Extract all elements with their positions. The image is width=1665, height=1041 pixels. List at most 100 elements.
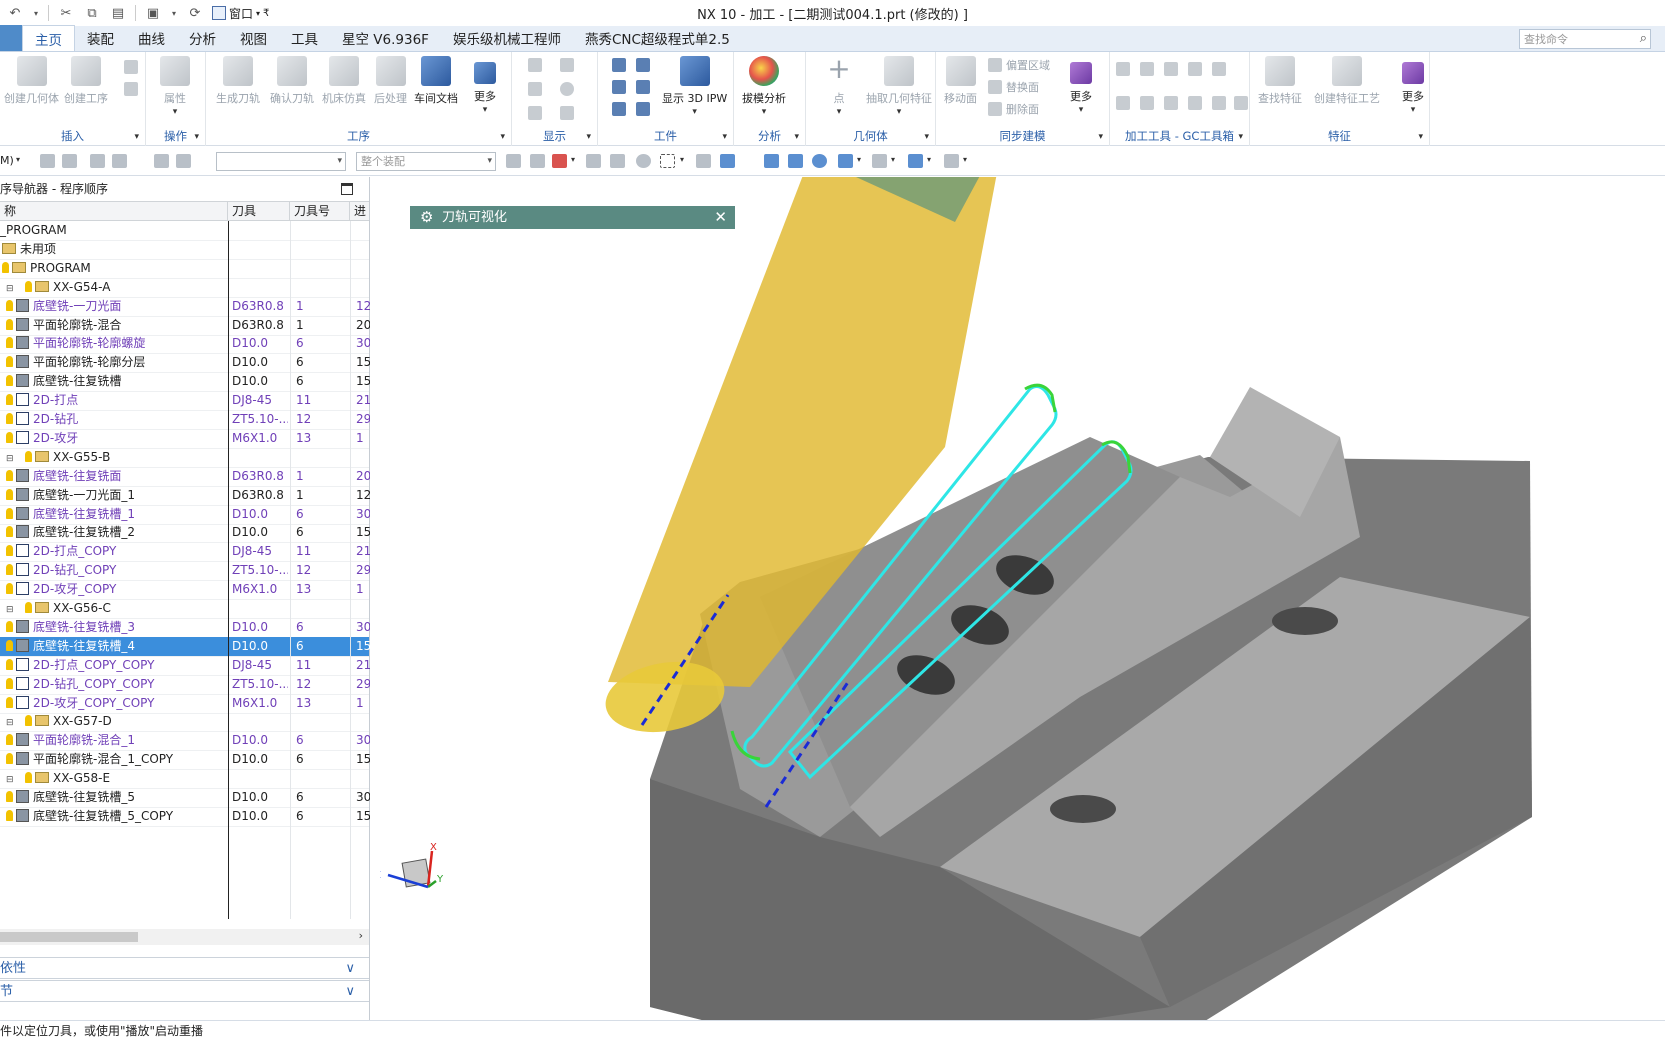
collapse-toggle-icon[interactable]: ⊟ bbox=[6, 280, 15, 297]
table-row[interactable]: 平面轮廓铣-混合_1 D10.0 6 30 bbox=[0, 731, 370, 752]
tb-icon-4[interactable] bbox=[112, 154, 127, 168]
table-row[interactable]: 底壁铣-往复铣槽_2 D10.0 6 15 bbox=[0, 523, 370, 544]
point-button[interactable]: + 点 ▾ bbox=[824, 55, 854, 118]
table-row[interactable]: 底壁铣-往复铣槽_5 D10.0 6 30 bbox=[0, 788, 370, 808]
replace-face-label[interactable]: 替换面 bbox=[1006, 79, 1039, 95]
table-row[interactable]: 底壁铣-往复铣槽_1 D10.0 6 30 bbox=[0, 505, 370, 525]
gc-tool-3-icon[interactable] bbox=[1164, 62, 1178, 76]
scroll-right-icon[interactable]: › bbox=[359, 929, 363, 942]
row-name-cell[interactable]: 底壁铣-往复铣槽 bbox=[0, 372, 228, 391]
scrollbar-thumb[interactable] bbox=[0, 932, 138, 942]
collapse-toggle-icon[interactable]: ⊟ bbox=[6, 771, 15, 788]
workpiece-op2-icon[interactable] bbox=[636, 58, 650, 72]
column-tool[interactable]: 刀具 bbox=[228, 202, 290, 221]
row-name-cell[interactable]: 平面轮廓铣-轮廓螺旋 bbox=[0, 334, 228, 353]
table-row[interactable]: 平面轮廓铣-轮廓分层 D10.0 6 15 bbox=[0, 353, 370, 374]
offset-region-icon[interactable] bbox=[988, 58, 1002, 72]
offset-region-label[interactable]: 偏置区域 bbox=[1006, 57, 1050, 73]
dropdown-caret-icon[interactable]: ▾ bbox=[680, 155, 684, 164]
row-name-cell[interactable]: 底壁铣-往复铣槽_2 bbox=[0, 523, 228, 542]
workpiece-op6-icon[interactable] bbox=[636, 102, 650, 116]
dropdown-caret-icon[interactable]: ▾ bbox=[571, 155, 575, 164]
file-menu-button[interactable] bbox=[0, 25, 22, 51]
create-tool-icon[interactable] bbox=[124, 60, 138, 74]
table-row[interactable]: 底壁铣-往复铣槽 D10.0 6 15 bbox=[0, 372, 370, 393]
collapse-toggle-icon[interactable]: ⊟ bbox=[6, 714, 15, 731]
display-object-icon[interactable] bbox=[560, 58, 574, 72]
sync-more-button[interactable]: 更多 ▾ bbox=[1070, 56, 1092, 115]
workpiece-op5-icon[interactable] bbox=[612, 102, 626, 116]
delete-face-icon[interactable] bbox=[988, 102, 1002, 116]
row-name-cell[interactable]: ⊟ XX-G55-B bbox=[0, 448, 228, 467]
tab-yanxiu-cnc[interactable]: 燕秀CNC超级程式单2.5 bbox=[573, 25, 742, 51]
repeat-command-icon[interactable]: ⟳ bbox=[186, 4, 204, 22]
table-row[interactable]: ⊟ XX-G57-D bbox=[0, 712, 369, 733]
properties-button[interactable]: 属性 ▾ bbox=[160, 56, 190, 117]
tb-icon-9[interactable] bbox=[586, 154, 601, 168]
gear-icon[interactable]: ⚙ bbox=[420, 206, 433, 229]
graphics-viewport[interactable]: X Y Z bbox=[380, 177, 1665, 1020]
create-geometry-button[interactable]: 创建几何体 bbox=[4, 56, 59, 106]
zoom-icon[interactable] bbox=[788, 154, 803, 168]
dropdown-caret-icon[interactable]: ▾ bbox=[857, 155, 861, 164]
gc-tool-9-icon[interactable] bbox=[1188, 96, 1202, 110]
table-row[interactable]: 底壁铣-一刀光面_1 D63R0.8 1 12 bbox=[0, 486, 370, 506]
tab-curve[interactable]: 曲线 bbox=[126, 25, 177, 51]
row-name-cell[interactable]: 未用项 bbox=[0, 240, 228, 259]
row-name-cell[interactable]: 2D-攻牙 bbox=[0, 429, 228, 448]
display-list-icon[interactable] bbox=[528, 106, 542, 120]
tb-icon-11[interactable] bbox=[636, 154, 651, 168]
group-expand-caret-icon[interactable]: ▾ bbox=[1418, 132, 1423, 142]
table-row[interactable]: 2D-打点 DJ8-45 11 21 bbox=[0, 391, 370, 412]
row-name-cell[interactable]: 底壁铣-往复铣槽_5 bbox=[0, 788, 228, 807]
tab-assembly[interactable]: 装配 bbox=[75, 25, 126, 51]
group-expand-caret-icon[interactable]: ▾ bbox=[134, 132, 139, 142]
machine-simulation-button[interactable]: 机床仿真 bbox=[322, 56, 366, 106]
orient-view-icon[interactable] bbox=[838, 154, 853, 168]
table-row[interactable]: ⊟ XX-G58-E bbox=[0, 769, 369, 790]
window-menu[interactable]: 窗口 ▾ ₹ bbox=[212, 5, 269, 22]
row-name-cell[interactable]: 底壁铣-一刀光面 bbox=[0, 297, 228, 316]
table-row[interactable]: 2D-攻牙_COPY M6X1.0 13 1 bbox=[0, 580, 369, 601]
tab-tools[interactable]: 工具 bbox=[279, 25, 330, 51]
generate-toolpath-button[interactable]: 生成刀轨 bbox=[216, 56, 260, 106]
gc-tool-4-icon[interactable] bbox=[1188, 62, 1202, 76]
row-name-cell[interactable]: 平面轮廓铣-混合 bbox=[0, 316, 228, 335]
column-feed[interactable]: 进 bbox=[350, 202, 369, 221]
group-expand-caret-icon[interactable]: ▾ bbox=[1238, 132, 1243, 142]
verify-toolpath-button[interactable]: 确认刀轨 bbox=[270, 56, 314, 106]
copy-icon[interactable]: ⧉ bbox=[83, 4, 101, 22]
row-name-cell[interactable]: ⊟ XX-G57-D bbox=[0, 712, 228, 731]
extract-geometry-button[interactable]: 抽取几何特征 ▾ bbox=[866, 56, 932, 117]
dropdown-caret-icon[interactable]: ▾ bbox=[927, 155, 931, 164]
gc-tool-1-icon[interactable] bbox=[1116, 62, 1130, 76]
row-name-cell[interactable]: 2D-攻牙_COPY bbox=[0, 580, 228, 599]
group-expand-caret-icon[interactable]: ▾ bbox=[1098, 132, 1103, 142]
row-name-cell[interactable]: 底壁铣-往复铣面 bbox=[0, 467, 228, 486]
create-feature-process-button[interactable]: 创建特征工艺 bbox=[1314, 56, 1380, 106]
row-name-cell[interactable]: PROGRAM bbox=[0, 259, 228, 278]
row-name-cell[interactable]: 2D-钻孔_COPY_COPY bbox=[0, 675, 228, 694]
gc-tool-5-icon[interactable] bbox=[1212, 62, 1226, 76]
table-row[interactable]: 底壁铣-往复铣面 D63R0.8 1 20 bbox=[0, 467, 370, 487]
group-expand-caret-icon[interactable]: ▾ bbox=[586, 132, 591, 142]
group-expand-caret-icon[interactable]: ▾ bbox=[924, 132, 929, 142]
type-filter-select[interactable]: ▾ bbox=[216, 152, 346, 171]
dropdown-caret-icon[interactable]: ▾ bbox=[891, 155, 895, 164]
find-feature-button[interactable]: 查找特征 bbox=[1258, 56, 1302, 106]
tb-snap-icon[interactable] bbox=[552, 154, 567, 168]
gc-tool-10-icon[interactable] bbox=[1212, 96, 1226, 110]
group-expand-caret-icon[interactable]: ▾ bbox=[500, 132, 505, 142]
dropdown-caret-icon[interactable]: ▾ bbox=[16, 155, 20, 164]
tb-icon-3[interactable] bbox=[90, 154, 105, 168]
row-name-cell[interactable]: 平面轮廓铣-轮廓分层 bbox=[0, 353, 228, 372]
shop-documentation-button[interactable]: 车间文档 bbox=[414, 56, 458, 106]
move-face-button[interactable]: 移动面 bbox=[944, 56, 977, 106]
row-name-cell[interactable]: ⊟ XX-G56-C bbox=[0, 599, 228, 618]
dropdown-caret-icon[interactable]: ▾ bbox=[963, 155, 967, 164]
column-name[interactable]: 称 bbox=[0, 202, 228, 221]
row-name-cell[interactable]: 底壁铣-一刀光面_1 bbox=[0, 486, 228, 505]
collapse-toggle-icon[interactable]: ⊟ bbox=[6, 601, 15, 618]
table-row[interactable]: _PROGRAM bbox=[0, 221, 369, 241]
shaded-icon[interactable] bbox=[908, 154, 923, 168]
